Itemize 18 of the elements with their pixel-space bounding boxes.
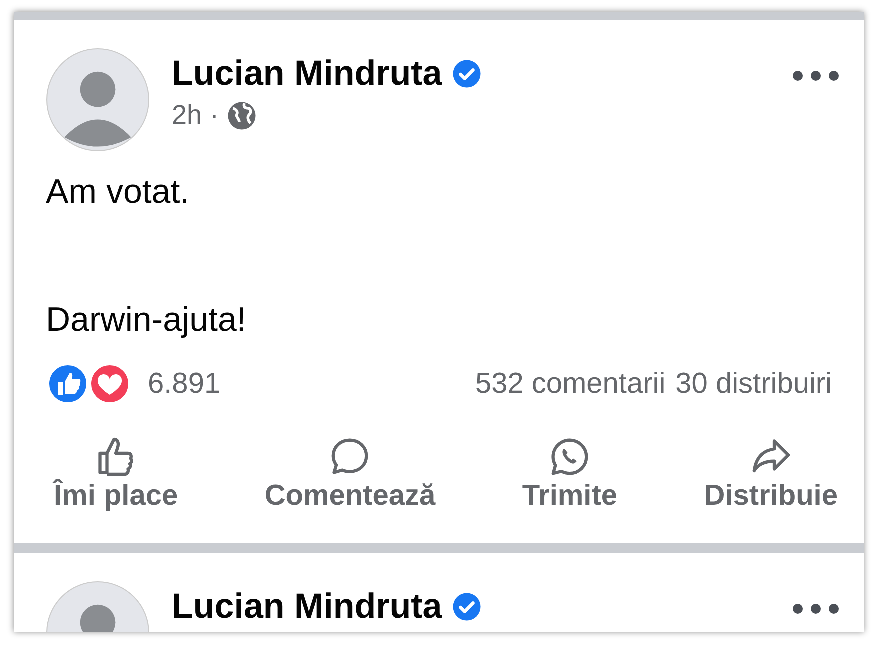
more-options-icon[interactable] (792, 603, 840, 615)
post-time: 2h (172, 100, 202, 131)
more-options-icon[interactable] (792, 70, 840, 82)
avatar-icon[interactable] (46, 48, 150, 152)
share-count[interactable]: 30 distribuiri (676, 368, 832, 400)
like-button[interactable]: Îmi place (54, 436, 178, 513)
send-button[interactable]: Trimite (522, 436, 618, 513)
comment-button[interactable]: Comentează (264, 436, 436, 513)
author-name[interactable]: Lucian Mindruta (172, 54, 442, 94)
post-text: Am votat. (46, 172, 191, 212)
comment-count[interactable]: 532 comentarii (475, 368, 666, 400)
reaction-count[interactable]: 6.891 (148, 368, 221, 400)
author-name[interactable]: Lucian Mindruta (172, 587, 442, 627)
globe-icon (227, 100, 258, 130)
share-button[interactable]: Distribuie (704, 436, 838, 513)
dot-separator: · (210, 100, 220, 131)
chat-phone-icon (548, 436, 591, 478)
post-text: Darwin-ajuta! (46, 300, 248, 340)
